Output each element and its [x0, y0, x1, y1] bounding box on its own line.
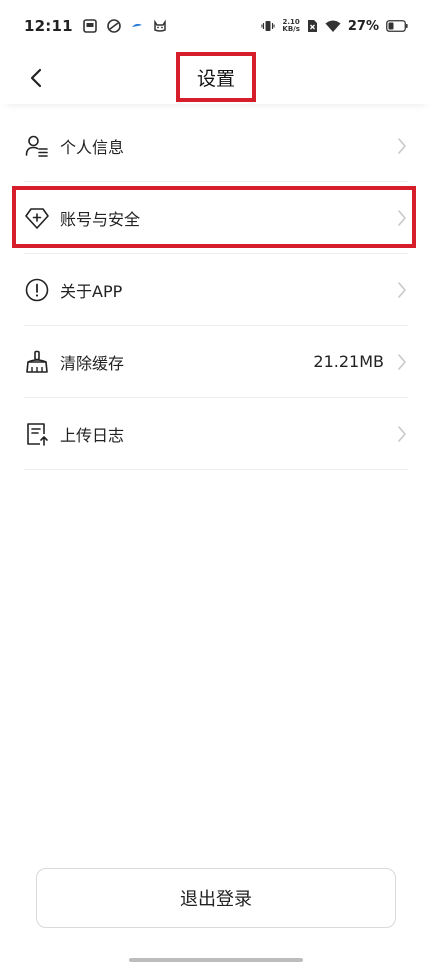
broom-icon: [24, 349, 50, 375]
settings-list: 个人信息 账号与安全 关于APP 清除缓存 21.21MB 上传日志: [0, 110, 432, 470]
status-time: 12:11: [24, 17, 73, 35]
notification-app-icon: [82, 19, 97, 33]
item-label-about-app: 关于APP: [60, 281, 123, 301]
list-item-account-security[interactable]: 账号与安全: [24, 182, 408, 254]
item-label-account-security: 账号与安全: [60, 209, 141, 229]
chevron-right-icon: [396, 136, 408, 156]
battery-icon: [386, 20, 408, 32]
chevron-left-icon: [30, 68, 42, 88]
item-label-upload-log: 上传日志: [60, 425, 125, 445]
shield-plus-icon: [24, 205, 50, 231]
home-indicator[interactable]: [129, 958, 303, 962]
vibrate-icon: [261, 19, 275, 33]
list-item-upload-log[interactable]: 上传日志: [24, 398, 408, 470]
list-item-personal-info[interactable]: 个人信息: [24, 110, 408, 182]
chevron-right-icon: [396, 424, 408, 444]
info-circle-icon: [24, 277, 50, 303]
notification-cat-icon: [153, 19, 167, 33]
list-item-about-app[interactable]: 关于APP: [24, 254, 408, 326]
document-upload-icon: [24, 421, 50, 447]
network-speed: 2.10 KB/s: [282, 19, 299, 33]
notification-bird-icon: [131, 21, 143, 31]
chevron-right-icon: [396, 280, 408, 300]
page-title: 设置: [196, 67, 235, 90]
wifi-icon: [325, 20, 341, 33]
sim-blocked-icon: [307, 19, 318, 33]
status-bar: 12:11 2.10 KB/s 27%: [0, 0, 432, 52]
header: 设置: [0, 52, 432, 104]
battery-percent: 27%: [347, 18, 379, 34]
chevron-right-icon: [396, 352, 408, 372]
item-label-clear-cache: 清除缓存: [60, 353, 125, 373]
chevron-right-icon: [396, 208, 408, 228]
title-highlight: 设置: [176, 52, 256, 102]
network-speed-unit: KB/s: [282, 25, 300, 33]
list-item-clear-cache[interactable]: 清除缓存 21.21MB: [24, 326, 408, 398]
back-button[interactable]: [18, 60, 54, 96]
status-bar-left: 12:11: [24, 17, 167, 35]
person-list-icon: [24, 133, 50, 159]
logout-button[interactable]: 退出登录: [36, 868, 396, 928]
status-bar-right: 2.10 KB/s 27%: [261, 19, 408, 34]
notification-leaf-icon: [106, 19, 121, 33]
cache-size-value: 21.21MB: [313, 352, 384, 371]
item-label-personal-info: 个人信息: [60, 137, 125, 157]
